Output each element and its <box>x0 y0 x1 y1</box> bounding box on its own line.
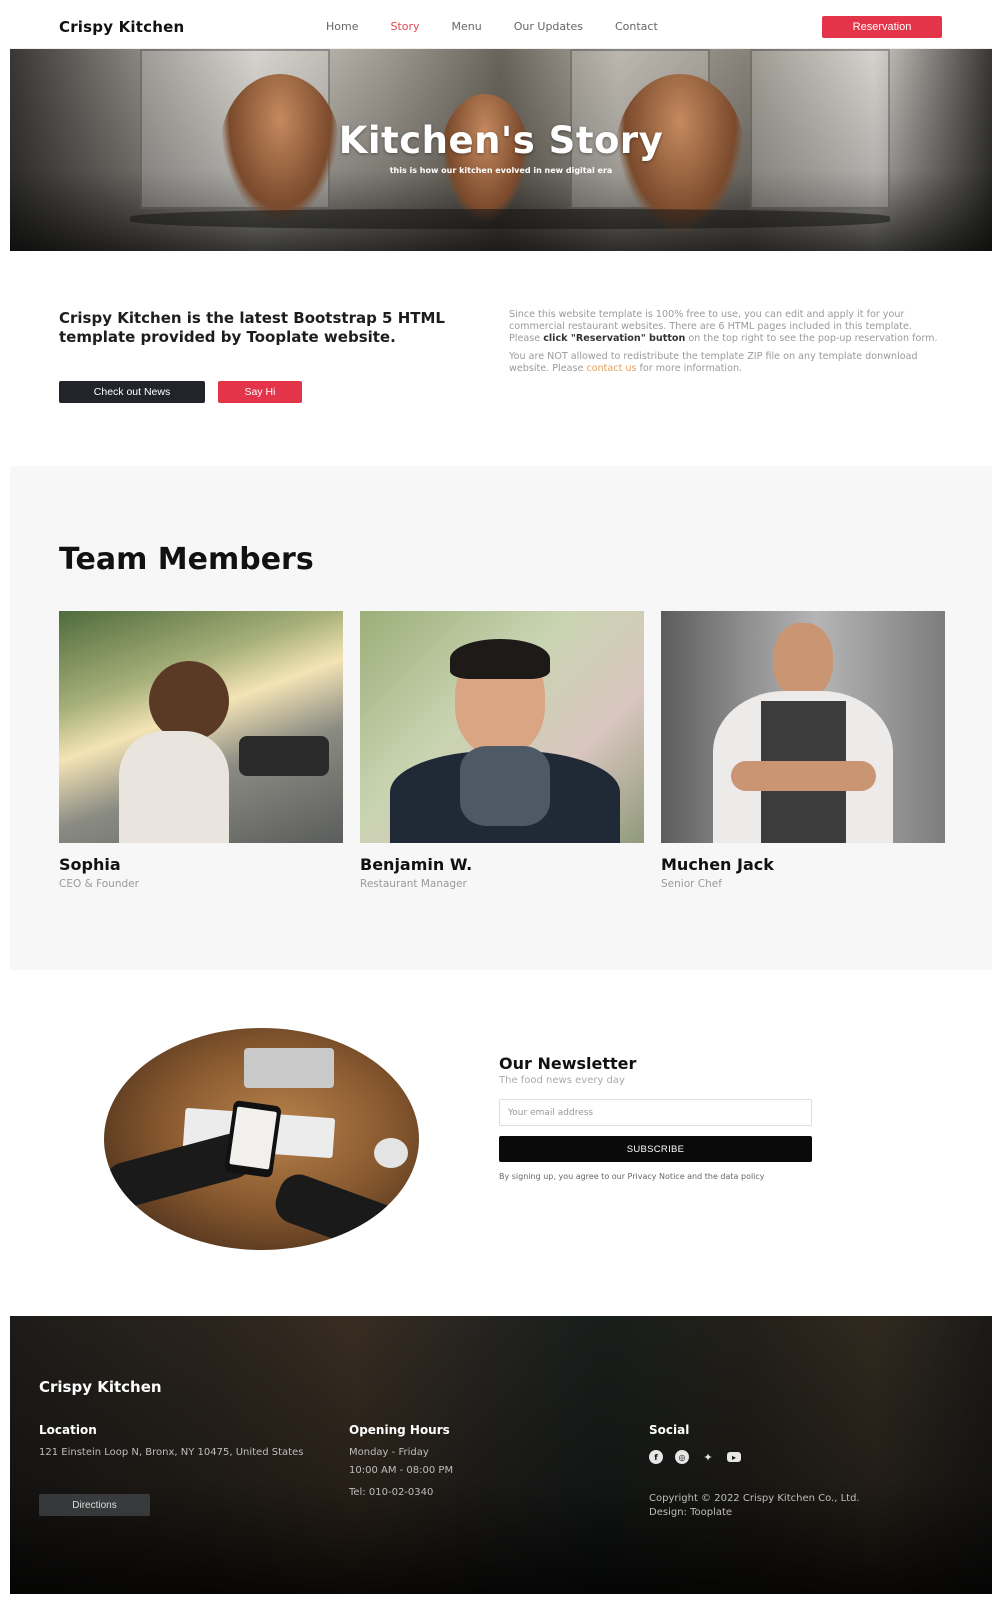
member-name: Muchen Jack <box>661 855 774 874</box>
contact-us-link[interactable]: contact us <box>586 363 636 374</box>
opening-hours-heading: Opening Hours <box>349 1423 450 1437</box>
newsletter-image <box>104 1028 419 1250</box>
intro-text-span: for more information. <box>636 363 743 374</box>
subscribe-button[interactable]: SUBSCRIBE <box>499 1136 812 1162</box>
nav-link-menu[interactable]: Menu <box>452 20 482 33</box>
intro-paragraph: Since this website template is 100% free… <box>509 309 939 345</box>
photo-scarf <box>460 746 550 826</box>
team-member-card: Muchen Jack Senior Chef <box>661 611 945 890</box>
telephone-text: Tel: 010-02-0340 <box>349 1487 434 1498</box>
member-photo <box>360 611 644 843</box>
photo-phone <box>224 1100 282 1178</box>
nav-link-contact[interactable]: Contact <box>615 20 658 33</box>
facebook-icon[interactable]: f <box>649 1450 663 1464</box>
intro-paragraph: You are NOT allowed to redistribute the … <box>509 351 939 375</box>
newsletter-section: Our Newsletter The food news every day S… <box>10 970 992 1316</box>
intro-bold-text: click "Reservation" button <box>543 333 686 344</box>
member-photo <box>59 611 343 843</box>
photo-hair <box>149 661 229 741</box>
photo-mouse <box>374 1138 408 1168</box>
intro-section: Crispy Kitchen is the latest Bootstrap 5… <box>10 251 992 466</box>
newsletter-subtitle: The food news every day <box>499 1075 625 1086</box>
hero-table <box>130 209 890 229</box>
social-heading: Social <box>649 1423 690 1437</box>
nav-link-home[interactable]: Home <box>326 20 358 33</box>
youtube-icon[interactable]: ▸ <box>727 1452 741 1462</box>
footer-brand: Crispy Kitchen <box>39 1378 162 1396</box>
team-member-card: Sophia CEO & Founder <box>59 611 343 890</box>
say-hi-button[interactable]: Say Hi <box>218 381 302 403</box>
copyright-text: Copyright © 2022 Crispy Kitchen Co., Ltd… <box>649 1493 860 1504</box>
design-credit: Design: Tooplate <box>649 1507 733 1518</box>
twitter-icon[interactable]: ✦ <box>701 1450 715 1464</box>
page: Crispy Kitchen Home Story Menu Our Updat… <box>10 0 992 1600</box>
photo-shirt <box>119 731 229 843</box>
reservation-button[interactable]: Reservation <box>822 16 942 38</box>
social-links: f ◎ ✦ ▸ <box>649 1450 741 1464</box>
opening-days: Monday - Friday <box>349 1447 429 1458</box>
photo-hair <box>450 639 550 679</box>
nav-link-story[interactable]: Story <box>390 20 419 33</box>
intro-text-span: on the top right to see the pop-up reser… <box>685 333 938 344</box>
team-member-card: Benjamin W. Restaurant Manager <box>360 611 644 890</box>
nav-link-updates[interactable]: Our Updates <box>514 20 583 33</box>
member-role: CEO & Founder <box>59 878 139 890</box>
member-role: Restaurant Manager <box>360 878 467 890</box>
navbar: Crispy Kitchen Home Story Menu Our Updat… <box>10 6 992 49</box>
newsletter-note: By signing up, you agree to our Privacy … <box>499 1172 765 1181</box>
instagram-icon[interactable]: ◎ <box>675 1450 689 1464</box>
member-name: Sophia <box>59 855 121 874</box>
footer: Crispy Kitchen Location 121 Einstein Loo… <box>10 1316 992 1594</box>
newsletter-title: Our Newsletter <box>499 1054 637 1073</box>
member-role: Senior Chef <box>661 878 722 890</box>
address-text: 121 Einstein Loop N, Bronx, NY 10475, Un… <box>39 1447 304 1458</box>
photo-car <box>239 736 329 776</box>
directions-button[interactable]: Directions <box>39 1494 150 1516</box>
location-heading: Location <box>39 1423 97 1437</box>
email-input[interactable] <box>499 1099 812 1126</box>
photo-arm <box>269 1168 419 1250</box>
intro-heading: Crispy Kitchen is the latest Bootstrap 5… <box>59 309 445 346</box>
hero-title: Kitchen's Story <box>338 119 664 162</box>
member-name: Benjamin W. <box>360 855 473 874</box>
hero-banner: Kitchen's Story this is how our kitchen … <box>10 49 992 251</box>
nav-links: Home Story Menu Our Updates Contact <box>326 20 690 33</box>
opening-hours: 10:00 AM - 08:00 PM <box>349 1465 454 1476</box>
check-news-button[interactable]: Check out News <box>59 381 205 403</box>
intro-text: Since this website template is 100% free… <box>509 309 939 375</box>
photo-arms <box>731 761 876 791</box>
photo-face <box>773 623 833 698</box>
member-photo <box>661 611 945 843</box>
photo-monitor <box>244 1048 334 1088</box>
hero-subtitle: this is how our kitchen evolved in new d… <box>389 166 613 175</box>
brand-logo[interactable]: Crispy Kitchen <box>59 18 184 36</box>
team-section: Team Members Sophia CEO & Founder Benjam… <box>10 466 992 970</box>
team-title: Team Members <box>59 542 314 577</box>
